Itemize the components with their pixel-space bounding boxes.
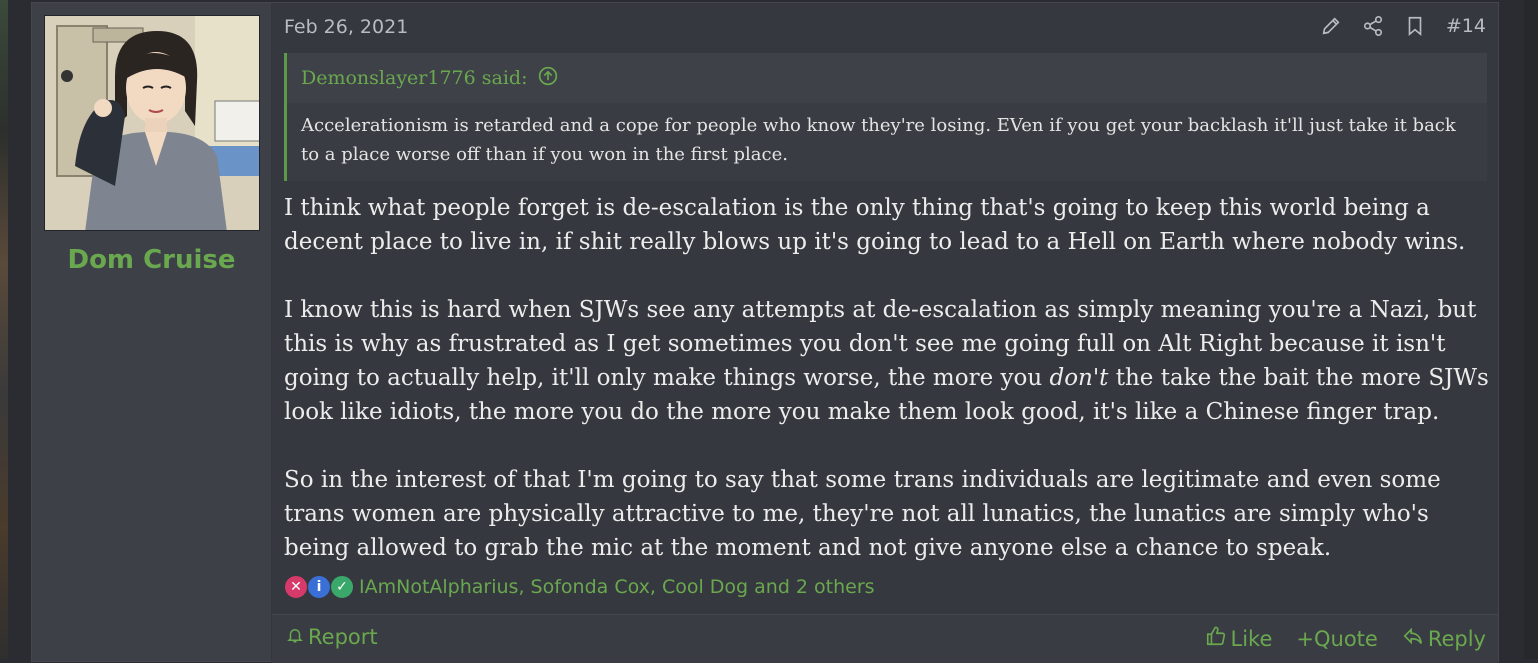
page-scrollbar[interactable] [1524, 0, 1538, 659]
emphasized-text: don't [1049, 365, 1109, 391]
share-icon[interactable] [1362, 15, 1384, 37]
edit-pencil-icon[interactable] [1320, 15, 1342, 37]
avatar[interactable] [44, 15, 260, 231]
info-reaction-icon: i [307, 575, 331, 599]
background-strip [0, 0, 8, 659]
quote-button[interactable]: +Quote [1296, 627, 1377, 651]
reactions-bar: ✕ i ✓ IAmNotAlpharius, Sofonda Cox, Cool… [284, 575, 875, 599]
reply-label: Reply [1427, 626, 1486, 651]
reply-arrow-icon [1402, 625, 1424, 652]
bell-icon [286, 625, 304, 649]
like-button[interactable]: Like [1205, 625, 1273, 652]
quote-block: Demonslayer1776 said: Accelerationism is… [284, 53, 1487, 181]
arrow-up-circle-icon[interactable] [538, 66, 558, 91]
footer-actions: Like +Quote Reply [1205, 625, 1486, 652]
reply-button[interactable]: Reply [1402, 625, 1486, 652]
post-date[interactable]: Feb 26, 2021 [284, 16, 408, 38]
post-author-name[interactable]: Dom Cruise [32, 245, 271, 275]
post-body: I think what people forget is de-escalat… [284, 191, 1494, 565]
report-label: Report [308, 625, 378, 649]
thumbs-up-icon [1205, 625, 1227, 652]
quote-header[interactable]: Demonslayer1776 said: [287, 53, 1487, 103]
forum-post: Dom Cruise Feb 26, 2021 #14 Demonslayer1… [31, 2, 1499, 663]
post-paragraph: So in the interest of that I'm going to … [284, 467, 1441, 561]
check-reaction-icon: ✓ [330, 575, 354, 599]
post-main: Feb 26, 2021 #14 Demonslayer1776 said: A… [272, 3, 1498, 661]
post-paragraph: I know this is hard when SJWs see any at… [284, 293, 1494, 429]
post-top-actions: #14 [1320, 15, 1486, 37]
post-number-link[interactable]: #14 [1446, 15, 1486, 37]
reaction-icons[interactable]: ✕ i ✓ [284, 575, 354, 599]
like-label: Like [1230, 626, 1273, 651]
quote-text: Accelerationism is retarded and a cope f… [287, 103, 1487, 181]
reaction-names-link[interactable]: IAmNotAlpharius, Sofonda Cox, Cool Dog a… [359, 576, 875, 598]
post-footer: Report Like +Quote Reply [272, 614, 1498, 663]
bookmark-icon[interactable] [1404, 15, 1426, 37]
quote-label: +Quote [1296, 626, 1378, 651]
report-button[interactable]: Report [286, 625, 378, 649]
x-reaction-icon: ✕ [284, 575, 308, 599]
quote-author[interactable]: Demonslayer1776 said: [301, 67, 528, 89]
post-paragraph: I think what people forget is de-escalat… [284, 195, 1466, 255]
avatar-illustration [45, 16, 259, 230]
post-user-column: Dom Cruise [32, 3, 272, 661]
